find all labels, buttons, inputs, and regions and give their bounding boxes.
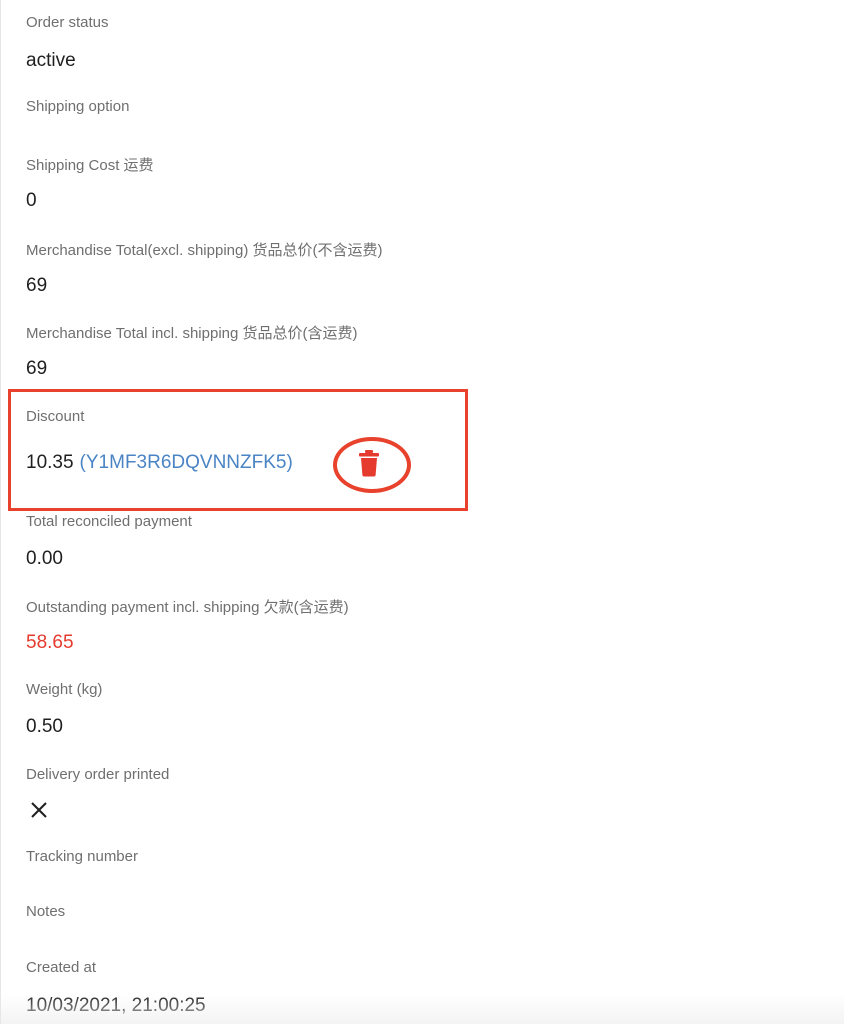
created-at-label: Created at: [26, 959, 97, 976]
delivery-printed-label: Delivery order printed: [26, 766, 170, 783]
discount-code-link[interactable]: (Y1MF3R6DQVNNZFK5): [80, 452, 293, 474]
shipping-cost-label: Shipping Cost 运费: [26, 157, 154, 174]
outstanding-payment-label: Outstanding payment incl. shipping 欠款(含运…: [26, 599, 349, 616]
order-status-label: Order status: [26, 14, 109, 31]
cross-icon: [31, 802, 47, 818]
notes-label: Notes: [26, 903, 66, 920]
discount-amount: 10.35: [26, 452, 74, 473]
merch-total-excl-value: 69: [26, 275, 48, 296]
total-reconciled-label: Total reconciled payment: [26, 513, 192, 530]
merch-total-excl-label: Merchandise Total(excl. shipping) 货品总价(不…: [26, 242, 383, 259]
discount-value-row: 10.35 (Y1MF3R6DQVNNZFK5): [26, 450, 293, 476]
weight-value: 0.50: [26, 716, 63, 737]
merch-total-incl-label: Merchandise Total incl. shipping 货品总价(含运…: [26, 325, 358, 342]
merch-total-incl-value: 69: [26, 358, 48, 379]
discount-label: Discount: [26, 408, 85, 425]
order-status-value: active: [26, 50, 76, 71]
weight-label: Weight (kg): [26, 681, 103, 698]
total-reconciled-value: 0.00: [26, 548, 63, 569]
shipping-cost-value: 0: [26, 190, 37, 211]
outstanding-payment-value: 58.65: [26, 632, 74, 653]
order-details-panel: Order status active Shipping option Ship…: [0, 0, 844, 1024]
created-at-value: 10/03/2021, 21:00:25: [26, 995, 206, 1016]
trash-icon[interactable]: [358, 449, 380, 477]
tracking-number-label: Tracking number: [26, 848, 138, 865]
shipping-option-label: Shipping option: [26, 98, 130, 115]
